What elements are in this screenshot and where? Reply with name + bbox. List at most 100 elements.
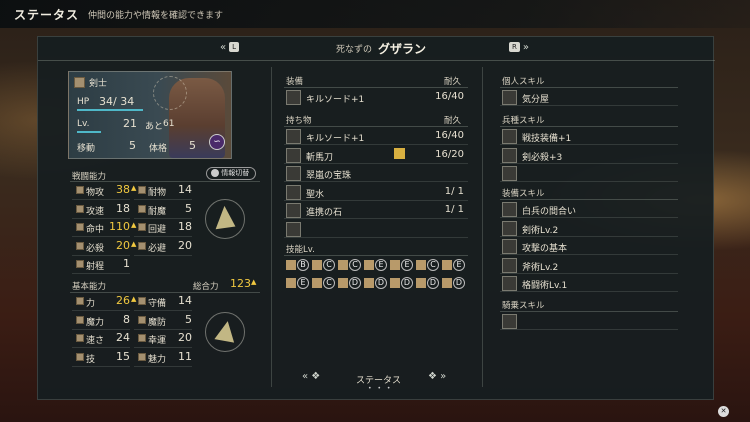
skill-name: 戦技装備+1 — [522, 134, 572, 144]
skill-icon — [502, 202, 517, 217]
combat-stat-value: 5 — [185, 201, 192, 215]
base-stat-label: 力 — [86, 299, 96, 309]
weapon-type-icon — [442, 278, 452, 288]
item-icon — [286, 166, 301, 181]
equip-dur-label: 耐久 — [444, 77, 462, 87]
info-toggle-button[interactable]: 情報切替 — [206, 167, 256, 180]
unit-class: 剣士 — [89, 79, 108, 89]
combat-stat-value: 14 — [178, 183, 192, 196]
inventory-item[interactable]: 翠嵐の宝珠 — [284, 165, 468, 182]
unit-portrait-card: ∽ 剣士 HP 34/ 34 Lv. 21 あと 61 移動 5 体格 5 — [68, 71, 232, 159]
weapon-grade: C — [349, 259, 361, 271]
combat-stat-value: 20 — [178, 238, 192, 252]
item-name: 進携の石 — [306, 208, 343, 218]
weapon-type-icon — [312, 278, 322, 288]
unit-epithet: 死なずの — [336, 45, 373, 55]
weapon-grade: B — [297, 259, 309, 271]
inventory-item[interactable] — [284, 221, 468, 238]
item-durability: 1/ 1 — [444, 185, 464, 197]
skill-item[interactable]: 斧術Lv.2 — [500, 257, 678, 274]
combat-stat-label: 命中 — [86, 225, 105, 235]
weapon-type-icon — [338, 278, 348, 288]
weapon-grade: E — [453, 259, 465, 271]
skill-item[interactable] — [500, 313, 678, 330]
screen-description: 仲間の能力や情報を確認できます — [88, 11, 224, 21]
skill-icon — [502, 276, 517, 291]
stat-up-icon: ▲ — [131, 184, 137, 192]
emblem-icon — [153, 76, 187, 110]
skill-name: 格闘術Lv.1 — [522, 281, 568, 291]
status-panel: «L 死なずの グザラン R» ∽ 剣士 HP 34/ 34 Lv. 21 あと… — [37, 36, 715, 400]
stat-icon — [76, 186, 84, 194]
equipped-weapon-row[interactable]: キルソード+1 16/40 — [284, 89, 468, 107]
combat-stat-label: 攻速 — [86, 206, 105, 217]
combat-stat-label: 必殺 — [86, 243, 105, 254]
item-name: キルソード+1 — [306, 134, 365, 144]
sword-icon — [286, 90, 301, 105]
combat-stat-label: 物攻 — [86, 188, 105, 198]
inventory-item[interactable]: 斬馬刀 16/20 — [284, 147, 468, 164]
weapon-grade: D — [453, 277, 465, 289]
base-stat-label: 技 — [86, 354, 96, 365]
screen-title: ステータス — [14, 8, 80, 22]
combat-stat-label: 射程 — [86, 262, 105, 272]
weapon-type-icon — [364, 260, 374, 270]
stat-icon — [138, 241, 146, 250]
base-stat-label: 幸運 — [148, 336, 167, 346]
weapon-type-icon — [364, 278, 374, 288]
personal-skill-title: 個人スキル — [502, 77, 545, 87]
inventory-title: 持ち物 — [286, 116, 312, 126]
equipped-weapon-dur: 16/40 — [435, 91, 464, 102]
weapon-levels-title: 技能Lv. — [286, 245, 315, 255]
stat-icon — [76, 241, 84, 250]
stat-icon — [76, 334, 84, 342]
inventory-item[interactable]: キルソード+1 16/40 — [284, 128, 468, 145]
skill-item[interactable]: 剣術Lv.2 — [500, 220, 678, 237]
prev-unit-button[interactable]: «L — [220, 42, 242, 53]
mount-skill-title: 騎乗スキル — [502, 301, 545, 311]
close-button[interactable]: ✕ — [718, 406, 729, 417]
skill-item[interactable]: 攻撃の基本 — [500, 238, 678, 255]
weapon-grade: C — [427, 259, 439, 271]
stat-icon — [138, 204, 146, 213]
inventory-item[interactable]: 進携の石 1/ 1 — [284, 202, 468, 219]
skill-item[interactable]: 白兵の間合い — [500, 201, 678, 218]
stat-icon — [138, 315, 146, 324]
base-stat-value: 15 — [116, 349, 130, 363]
skill-item[interactable] — [500, 165, 678, 182]
skill-name: 剣必殺+3 — [522, 152, 563, 163]
stat-icon — [138, 352, 146, 361]
weapon-type-icon — [286, 278, 296, 288]
skill-icon — [502, 239, 517, 254]
skill-icon — [502, 129, 517, 144]
skill-item[interactable]: 戦技装備+1 — [500, 128, 678, 145]
item-name: 翠嵐の宝珠 — [306, 171, 352, 181]
base-stats-title: 基本能力 — [72, 282, 107, 292]
stat-up-icon: ▲ — [131, 295, 137, 303]
stat-up-icon: ▲ — [131, 221, 137, 229]
inventory-item[interactable]: 聖水 1/ 1 — [284, 184, 468, 201]
next-unit-button[interactable]: R» — [506, 42, 529, 53]
skill-item[interactable]: 剣必殺+3 — [500, 147, 678, 164]
prev-page-button[interactable]: « ❖ — [302, 371, 320, 382]
close-x-icon: ✕ — [718, 406, 729, 417]
build-label: 体格 — [149, 144, 168, 154]
stat-icon — [76, 297, 84, 305]
item-name: 聖水 — [306, 189, 325, 200]
combat-stat-value: 110 — [109, 220, 130, 233]
base-stat-label: 魅力 — [148, 354, 167, 365]
skill-name: 気分屋 — [522, 95, 550, 105]
base-stat-value: 24 — [116, 331, 130, 344]
skill-item[interactable]: 気分屋 — [500, 89, 678, 106]
skill-name: 白兵の間合い — [522, 207, 577, 217]
page-dots: • • • — [368, 385, 393, 392]
combat-stat-value: 38 — [116, 183, 130, 196]
skill-item[interactable]: 格闘術Lv.1 — [500, 275, 678, 292]
next-page-button[interactable]: ❖ » — [428, 371, 446, 382]
stat-icon — [138, 223, 146, 231]
skill-icon — [502, 314, 517, 329]
sword-class-icon — [74, 77, 85, 88]
l-key-icon: L — [229, 42, 240, 52]
combat-stat-label: 回避 — [148, 225, 167, 235]
weapon-grade: E — [401, 259, 413, 271]
